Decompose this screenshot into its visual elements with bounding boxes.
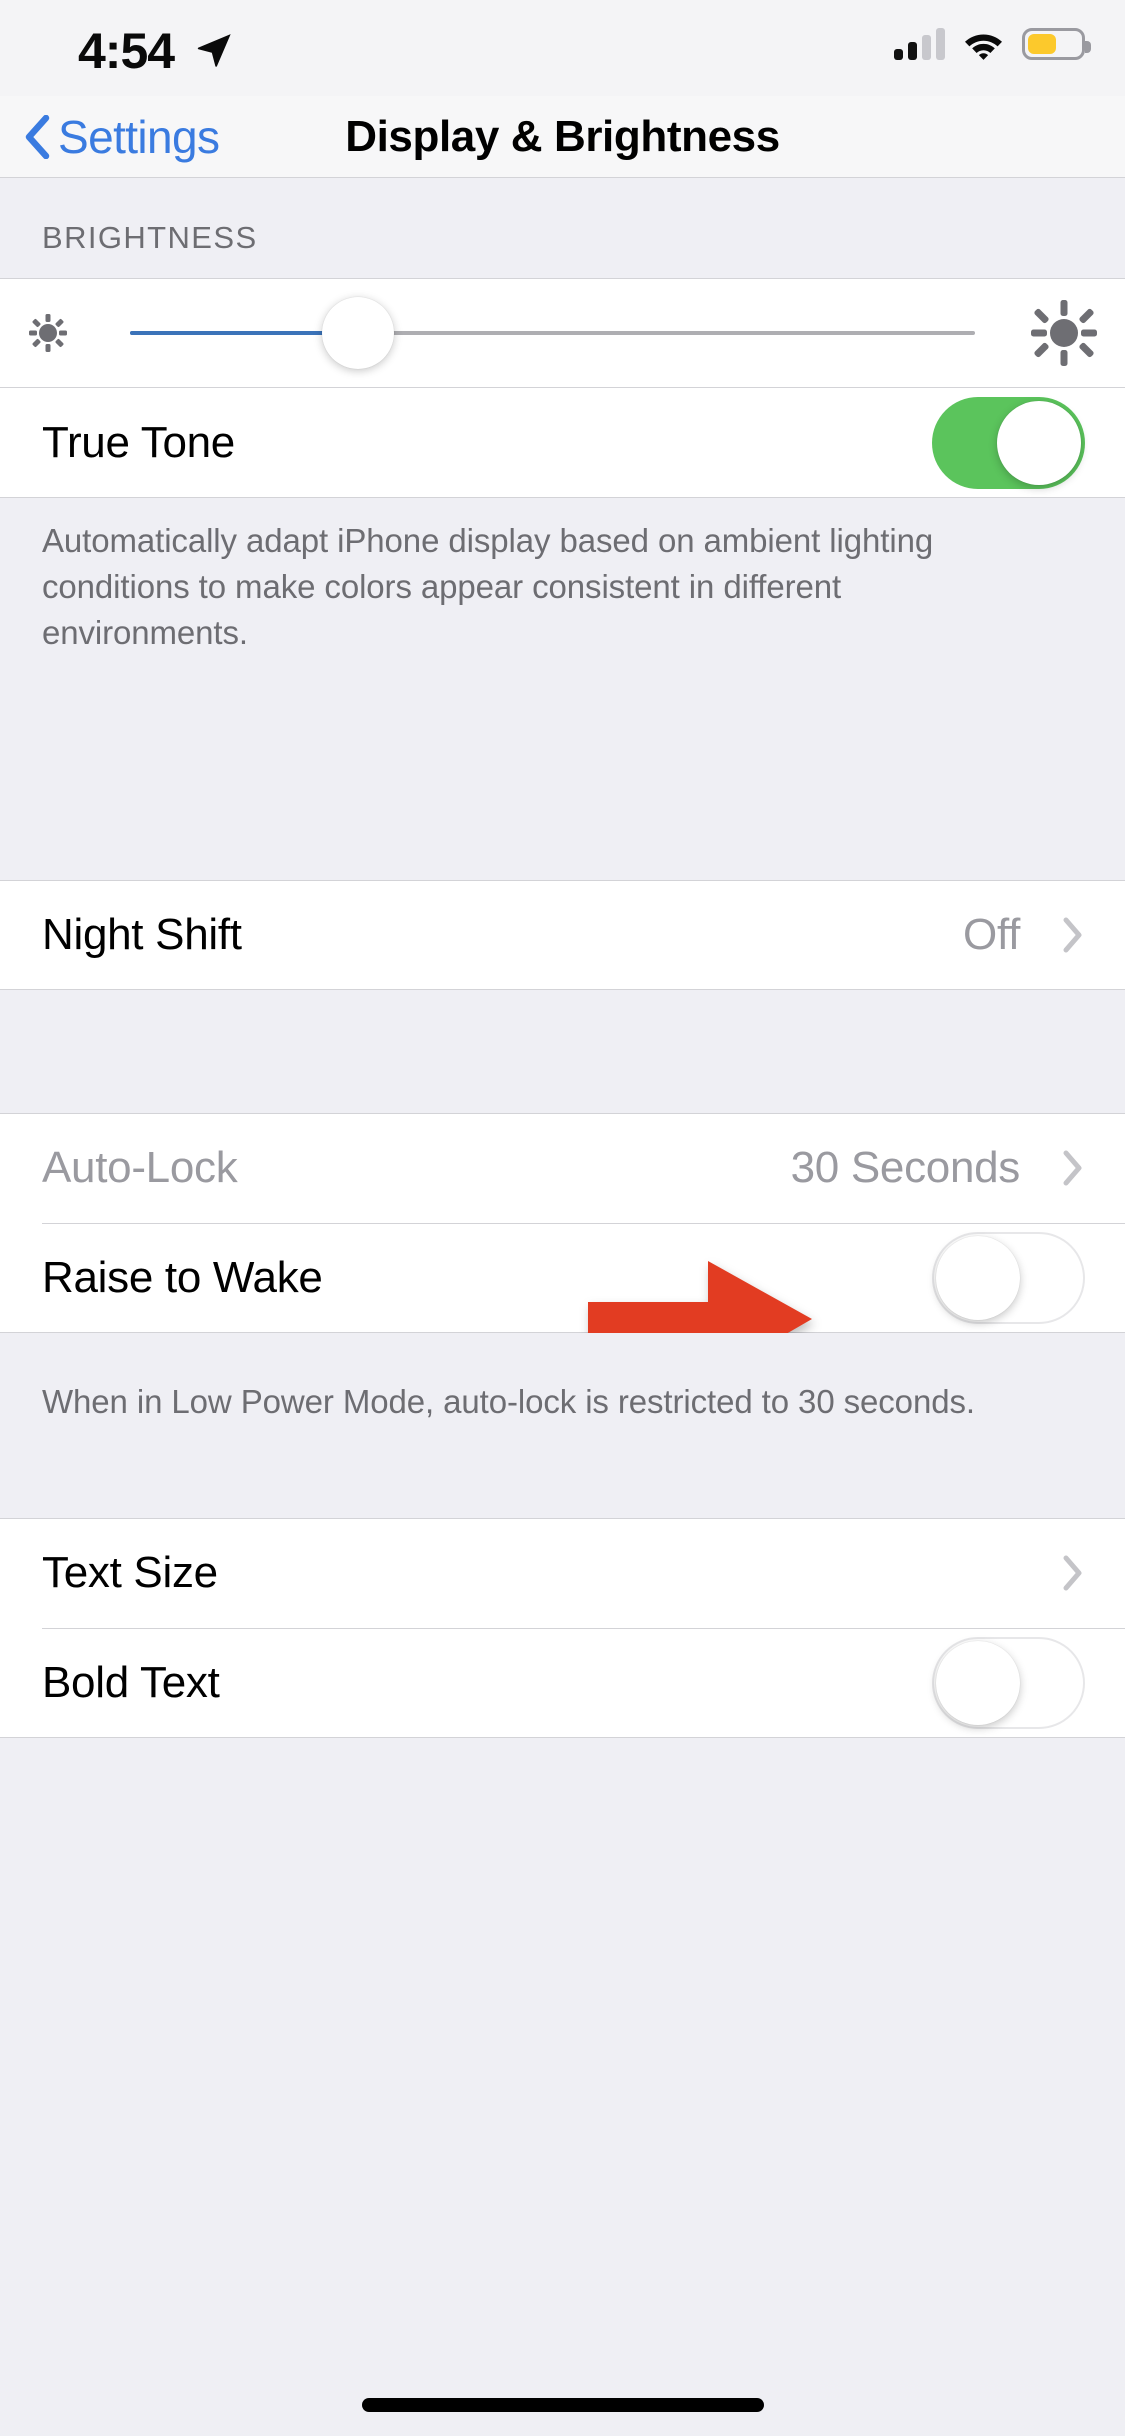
brightness-slider-thumb[interactable] xyxy=(322,297,395,369)
night-shift-label: Night Shift xyxy=(42,910,242,959)
text-size-row[interactable]: Text Size xyxy=(0,1518,1125,1628)
wifi-icon xyxy=(965,34,1002,60)
bold-text-row[interactable]: Bold Text xyxy=(0,1628,1125,1738)
toggle-knob xyxy=(997,401,1081,485)
raise-to-wake-row[interactable]: Raise to Wake xyxy=(0,1223,1125,1333)
row-separator xyxy=(42,1628,1125,1629)
true-tone-label: True Tone xyxy=(42,418,235,467)
chevron-right-icon xyxy=(1063,1150,1082,1186)
page-title: Display & Brightness xyxy=(345,112,780,161)
text-size-label: Text Size xyxy=(42,1548,218,1597)
status-bar-time: 4:54 xyxy=(78,23,175,79)
true-tone-footer-text: Automatically adapt iPhone display based… xyxy=(42,522,934,651)
night-shift-row[interactable]: Night Shift Off xyxy=(0,880,1125,990)
sun-large-icon xyxy=(1031,300,1097,366)
bold-text-toggle[interactable] xyxy=(932,1637,1085,1729)
raise-to-wake-toggle[interactable] xyxy=(932,1232,1085,1324)
auto-lock-label: Auto-Lock xyxy=(42,1143,238,1192)
true-tone-row[interactable]: True Tone xyxy=(0,388,1125,498)
auto-lock-footer-text: When in Low Power Mode, auto-lock is res… xyxy=(42,1383,975,1420)
night-shift-value: Off xyxy=(963,910,1020,959)
auto-lock-value: 30 Seconds xyxy=(790,1143,1021,1192)
row-separator xyxy=(42,1223,1125,1224)
brightness-slider-row[interactable] xyxy=(0,278,1125,388)
bold-text-label: Bold Text xyxy=(42,1658,220,1707)
sun-small-icon xyxy=(29,314,67,352)
iphone-screen: 4:54 Settings Display & Brightness BRIGH… xyxy=(0,0,1125,2436)
cellular-signal-icon xyxy=(894,28,945,60)
true-tone-toggle[interactable] xyxy=(932,397,1085,489)
empty-area xyxy=(0,1738,1125,2436)
chevron-right-icon xyxy=(1063,1555,1082,1591)
battery-icon xyxy=(1022,28,1091,60)
toggle-knob xyxy=(936,1641,1020,1725)
raise-to-wake-label: Raise to Wake xyxy=(42,1253,323,1302)
brightness-section-header: BRIGHTNESS xyxy=(0,178,1125,278)
location-arrow-icon xyxy=(197,34,231,67)
auto-lock-footer-area: When in Low Power Mode, auto-lock is res… xyxy=(0,1333,1125,1518)
status-bar-indicators xyxy=(894,28,1091,60)
home-indicator[interactable] xyxy=(361,2398,764,2412)
true-tone-footer-area: Automatically adapt iPhone display based… xyxy=(0,498,1125,690)
status-bar: 4:54 xyxy=(0,0,1125,96)
navigation-bar: Settings Display & Brightness xyxy=(0,96,1125,178)
toggle-knob xyxy=(936,1236,1020,1320)
section-gap xyxy=(0,990,1125,1113)
chevron-right-icon xyxy=(1063,917,1082,953)
auto-lock-row[interactable]: Auto-Lock 30 Seconds xyxy=(0,1113,1125,1223)
